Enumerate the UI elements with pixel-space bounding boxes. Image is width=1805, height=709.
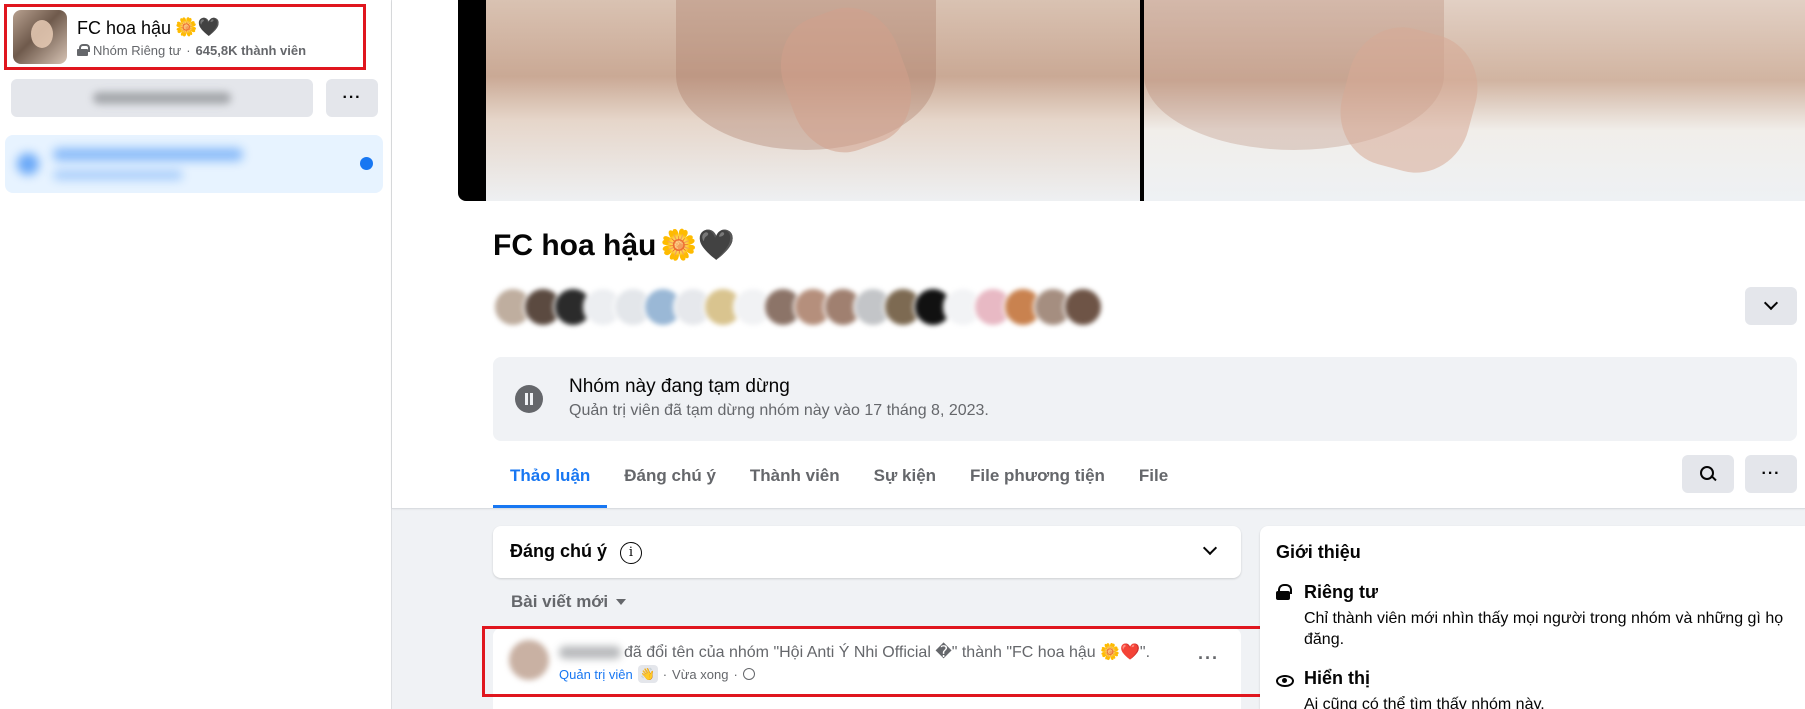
group-header-card: FC hoa hậu 🌼🖤 Nhóm này đang tạm dừng Quả… xyxy=(392,0,1805,508)
cover-photo-right xyxy=(1144,0,1805,201)
cover-photo-left xyxy=(486,0,1140,201)
group-info: FC hoa hậu 🌼🖤 Nhóm Riêng tư · 645,8K thà… xyxy=(77,17,306,58)
visibility-text: Ai cũng có thể tìm thấy nhóm này. xyxy=(1304,696,1545,709)
privacy-heading: Riêng tư xyxy=(1304,582,1379,602)
visibility-heading: Hiển thị xyxy=(1304,668,1370,688)
group-thumbnail[interactable] xyxy=(13,10,67,64)
joined-button-label-blurred xyxy=(93,92,231,104)
sort-label: Bài viết mới xyxy=(511,592,609,611)
search-icon xyxy=(1700,466,1716,482)
pause-icon xyxy=(515,385,543,413)
chevron-down-icon[interactable] xyxy=(1202,540,1218,556)
group-name-text[interactable]: FC hoa hậu xyxy=(77,17,171,39)
meta-separator: · xyxy=(186,42,191,58)
sort-dropdown[interactable]: Bài viết mới xyxy=(511,592,627,612)
notification-subtitle-blurred xyxy=(53,170,183,180)
more-icon: ··· xyxy=(1761,465,1781,482)
avatar[interactable] xyxy=(1063,287,1103,327)
tab-featured[interactable]: Đáng chú ý xyxy=(607,448,733,508)
sidebar-group-header[interactable]: FC hoa hậu 🌼🖤 Nhóm Riêng tư · 645,8K thà… xyxy=(4,4,366,70)
cover-photo[interactable] xyxy=(458,0,1805,201)
main-content: FC hoa hậu 🌼🖤 Nhóm này đang tạm dừng Quả… xyxy=(392,0,1805,709)
lock-icon xyxy=(1276,584,1292,600)
group-search-button[interactable] xyxy=(1682,455,1734,493)
header-divider xyxy=(392,508,1805,509)
about-card: Giới thiệu Riêng tư Chỉ thành viên mới n… xyxy=(1260,526,1805,709)
group-sidebar: FC hoa hậu 🌼🖤 Nhóm Riêng tư · 645,8K thà… xyxy=(0,0,392,709)
paused-notice: Nhóm này đang tạm dừng Quản trị viên đã … xyxy=(493,357,1797,441)
group-more-button[interactable]: ··· xyxy=(1745,455,1797,493)
group-meta: Nhóm Riêng tư · 645,8K thành viên xyxy=(77,43,306,58)
joined-button[interactable] xyxy=(11,79,313,117)
sidebar-more-button[interactable]: ··· xyxy=(326,79,378,117)
lock-icon xyxy=(77,44,90,56)
unread-dot xyxy=(360,157,373,170)
page-title-text: FC hoa hậu xyxy=(493,229,657,262)
group-privacy: Nhóm Riêng tư xyxy=(93,42,182,58)
tab-media[interactable]: File phương tiện xyxy=(953,448,1122,508)
notification-icon-blurred xyxy=(17,153,39,175)
tab-members[interactable]: Thành viên xyxy=(733,448,857,508)
notification-title-blurred xyxy=(53,148,243,161)
tab-discussion[interactable]: Thảo luận xyxy=(493,448,608,508)
expand-header-button[interactable] xyxy=(1745,287,1797,325)
member-count: 645,8K thành viên xyxy=(195,42,307,58)
group-name[interactable]: FC hoa hậu 🌼🖤 xyxy=(77,17,306,39)
privacy-text: Chỉ thành viên mới nhìn thấy mọi người t… xyxy=(1304,610,1784,648)
noteworthy-title: Đáng chú ý xyxy=(510,541,608,561)
page-title: FC hoa hậu 🌼🖤 xyxy=(493,228,735,264)
eye-icon xyxy=(1276,675,1294,687)
page-title-emoji: 🌼🖤 xyxy=(660,228,736,263)
paused-subtitle: Quản trị viên đã tạm dừng nhóm này vào 1… xyxy=(569,402,989,419)
info-icon[interactable]: i xyxy=(620,542,642,564)
paused-title: Nhóm này đang tạm dừng xyxy=(569,376,790,397)
tab-files[interactable]: File xyxy=(1122,448,1185,508)
group-tabs: Thảo luận Đáng chú ý Thành viên Sự kiện … xyxy=(493,448,1185,508)
caret-down-icon xyxy=(616,599,627,605)
more-icon: ··· xyxy=(342,89,362,106)
chevron-down-icon xyxy=(1763,295,1779,311)
member-avatars[interactable] xyxy=(493,287,1113,327)
noteworthy-section[interactable]: Đáng chú ý i xyxy=(493,526,1241,578)
tab-events[interactable]: Sự kiện xyxy=(857,448,953,508)
notification-item[interactable] xyxy=(5,135,383,193)
group-name-emoji: 🌼🖤 xyxy=(175,16,220,38)
about-title: Giới thiệu xyxy=(1276,542,1361,562)
